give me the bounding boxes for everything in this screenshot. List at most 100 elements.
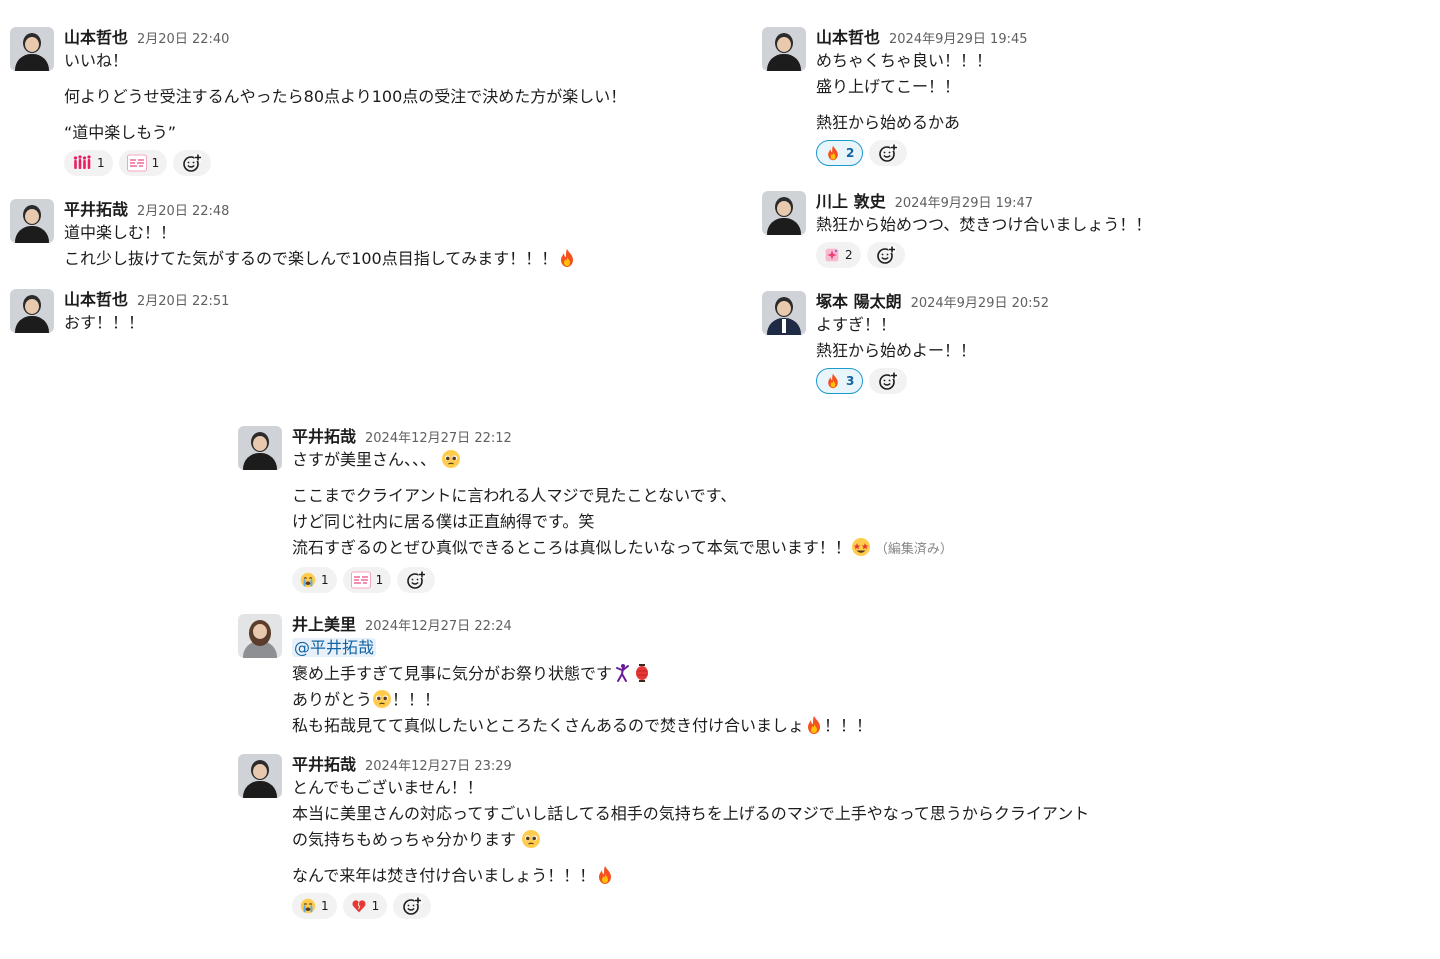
user-mention[interactable]: @平井拓哉: [292, 638, 377, 657]
message: 山本哲也 2月20日 22:51 おす！！！: [10, 286, 730, 346]
fire-emoji-icon: [825, 145, 841, 161]
reaction-count: 1: [371, 899, 380, 913]
reaction-count: 1: [151, 156, 160, 170]
message: 平井拓哉 2月20日 22:48 道中楽しむ！！ これ少し抜けてた気がするので楽…: [10, 196, 730, 286]
fire-emoji-icon: [825, 373, 841, 389]
message-text: 流石すぎるのとぜひ真似できるところは真似したいなって本気で思います！！: [292, 538, 851, 557]
timestamp[interactable]: 2024年9月29日 20:52: [911, 292, 1050, 311]
message-content: 山本哲也 2024年9月29日 19:45 めちゃくちゃ良い！！！ 盛り上げてこ…: [816, 24, 1432, 188]
fire-emoji-icon: [557, 248, 577, 268]
center-message-panel: 平井拓哉 2024年12月27日 22:12 さすが美里さん、、、 ここまでクラ…: [238, 423, 1238, 931]
sender-name[interactable]: 井上美里: [292, 611, 356, 635]
reactions-bar: 1 1: [292, 893, 1238, 921]
timestamp[interactable]: 2月20日 22:51: [137, 290, 229, 309]
sender-name[interactable]: 山本哲也: [64, 286, 128, 310]
sender-name[interactable]: 平井拓哉: [64, 196, 128, 220]
message-text-line: これ少し抜けてた気がするので楽しんで100点目指してみます！！！: [64, 246, 730, 272]
message-text: いいね！: [64, 51, 129, 70]
add-reaction-button[interactable]: [869, 140, 908, 166]
reactions-bar: 2: [816, 140, 1432, 168]
add-reaction-button[interactable]: [866, 242, 905, 268]
message-text: 道中楽しむ！！: [64, 223, 177, 242]
message-text: ！！！: [824, 716, 873, 735]
add-reaction-icon: [406, 570, 426, 590]
message-text-line: 褒め上手すぎて見事に気分がお祭り状態です: [292, 661, 1238, 687]
sender-name[interactable]: 山本哲也: [64, 24, 128, 48]
add-reaction-button[interactable]: [397, 567, 436, 593]
star-struck-emoji-icon: [851, 537, 871, 557]
message-text: 熱狂から始めよー！！: [816, 341, 977, 360]
sender-name[interactable]: 山本哲也: [816, 24, 880, 48]
reaction-heart[interactable]: 1: [342, 893, 388, 919]
timestamp[interactable]: 2024年9月29日 19:45: [889, 28, 1028, 47]
sender-name[interactable]: 川上 敦史: [816, 188, 886, 212]
reaction-label[interactable]: 1: [342, 567, 392, 593]
heart-emoji-icon: [351, 898, 367, 914]
crowd-emoji-icon: [72, 153, 92, 173]
label-emoji-icon: [127, 153, 147, 173]
reaction-sparkle[interactable]: 2: [816, 242, 861, 268]
message: 山本哲也 2024年9月29日 19:45 めちゃくちゃ良い！！！ 盛り上げてこ…: [762, 24, 1432, 188]
message: 山本哲也 2月20日 22:40 いいね！ 何よりどうせ受注するんやったら80点…: [10, 24, 730, 196]
reaction-count: 1: [321, 899, 329, 913]
add-reaction-button[interactable]: [869, 368, 908, 394]
reaction-count: 2: [846, 146, 855, 160]
message-text: 本当に美里さんの対応ってすごいし話してる相手の気持ちを上げるのマジで上手やなって…: [292, 804, 1090, 823]
message-text: 私も拓哉見てて真似したいところたくさんあるので焚き付け合いましょ: [292, 716, 805, 735]
reaction-fire[interactable]: 3: [816, 368, 864, 394]
reaction-label[interactable]: 1: [118, 150, 168, 176]
timestamp[interactable]: 2月20日 22:40: [137, 28, 229, 47]
message-text: よすぎ！！: [816, 315, 897, 334]
avatar[interactable]: [238, 614, 282, 658]
timestamp[interactable]: 2月20日 22:48: [137, 200, 229, 219]
add-reaction-icon: [402, 896, 422, 916]
message-text-line: 流石すぎるのとぜひ真似できるところは真似したいなって本気で思います！！ （編集済み…: [292, 535, 1238, 563]
message-text: 熱狂から始めつつ、焚きつけ合いましょう！！: [816, 215, 1152, 234]
avatar[interactable]: [10, 27, 54, 71]
fire-emoji-icon: [595, 865, 615, 885]
message-text: けど同じ社内に居る僕は正直納得です。笑: [292, 512, 595, 531]
sender-name[interactable]: 平井拓哉: [292, 423, 356, 447]
message-text: 熱狂から始めるかあ: [816, 113, 961, 132]
message: 平井拓哉 2024年12月27日 22:12 さすが美里さん、、、 ここまでクラ…: [238, 423, 1238, 611]
message: 井上美里 2024年12月27日 22:24 @平井拓哉 褒め上手すぎて見事に気…: [238, 611, 1238, 751]
sender-name[interactable]: 塚本 陽太朗: [816, 288, 902, 312]
message-text: 盛り上げてこー！！: [816, 77, 961, 96]
message-text: これ少し抜けてた気がするので楽しんで100点目指してみます！！！: [64, 249, 558, 268]
timestamp[interactable]: 2024年12月27日 23:29: [365, 755, 512, 774]
message-text-line: さすが美里さん、、、: [292, 447, 1238, 473]
message-content: 平井拓哉 2024年12月27日 23:29 とんでもございません！！ 本当に美…: [292, 751, 1238, 931]
message-text-line: の気持ちもめっちゃ分かります: [292, 827, 1238, 853]
message-text: “道中楽しもう”: [64, 123, 177, 142]
message: 塚本 陽太朗 2024年9月29日 20:52 よすぎ！！ 熱狂から始めよー！！…: [762, 288, 1432, 408]
avatar[interactable]: [762, 291, 806, 335]
crying-face-emoji-icon: [300, 898, 316, 914]
sender-name[interactable]: 平井拓哉: [292, 751, 356, 775]
reaction-count: 1: [375, 573, 384, 587]
avatar[interactable]: [10, 289, 54, 333]
avatar[interactable]: [238, 426, 282, 470]
avatar[interactable]: [762, 27, 806, 71]
reaction-fire[interactable]: 2: [816, 140, 864, 166]
avatar[interactable]: [762, 191, 806, 235]
timestamp[interactable]: 2024年12月27日 22:12: [365, 427, 512, 446]
add-reaction-button[interactable]: [393, 893, 432, 919]
reaction-cry[interactable]: 1: [292, 567, 337, 593]
message: 川上 敦史 2024年9月29日 19:47 熱狂から始めつつ、焚きつけ合いまし…: [762, 188, 1432, 288]
message-text-line: 私も拓哉見てて真似したいところたくさんあるので焚き付け合いましょ ！！！: [292, 713, 1238, 739]
edited-label: （編集済み）: [874, 542, 953, 557]
avatar[interactable]: [10, 199, 54, 243]
timestamp[interactable]: 2024年12月27日 22:24: [365, 615, 512, 634]
message-content: 山本哲也 2月20日 22:51 おす！！！: [64, 286, 730, 346]
left-message-panel: 山本哲也 2月20日 22:40 いいね！ 何よりどうせ受注するんやったら80点…: [10, 24, 730, 346]
add-reaction-button[interactable]: [173, 150, 212, 176]
reaction-crowd[interactable]: 1: [64, 150, 113, 176]
reaction-cry[interactable]: 1: [292, 893, 337, 919]
avatar[interactable]: [238, 754, 282, 798]
message-content: 川上 敦史 2024年9月29日 19:47 熱狂から始めつつ、焚きつけ合いまし…: [816, 188, 1432, 288]
fire-emoji-icon: [804, 715, 824, 735]
mention-line: @平井拓哉: [292, 635, 1238, 661]
pleading-face-emoji-icon: [441, 449, 461, 469]
timestamp[interactable]: 2024年9月29日 19:47: [895, 192, 1034, 211]
message-text-line: なんで来年は焚き付け合いましょう！！！: [292, 863, 1238, 889]
